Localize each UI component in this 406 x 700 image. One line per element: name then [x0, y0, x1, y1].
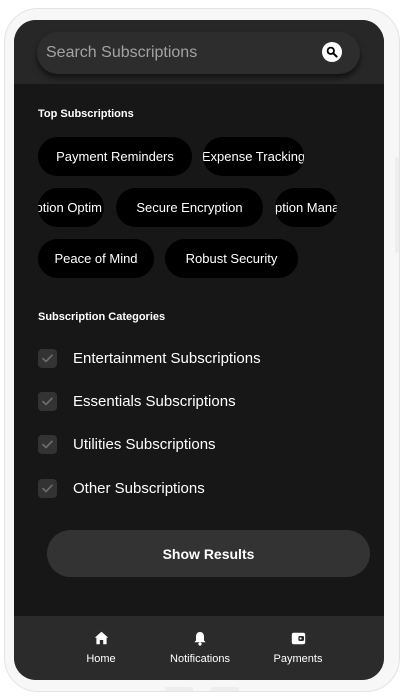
chip-row: Peace of Mind Robust Security — [14, 239, 384, 279]
checkbox[interactable] — [38, 434, 57, 454]
check-icon — [42, 483, 53, 492]
checkbox[interactable] — [38, 391, 57, 411]
search-input[interactable] — [37, 32, 360, 74]
nav-label: Notifications — [170, 653, 230, 665]
device-bottom-nub — [165, 687, 193, 691]
bell-icon — [192, 630, 208, 646]
nav-label: Home — [86, 653, 116, 665]
category-label: Essentials Subscriptions — [73, 392, 236, 410]
category-label: Other Subscriptions — [73, 479, 205, 497]
home-icon — [93, 630, 109, 646]
search-field — [37, 32, 360, 74]
nav-label: Payments — [273, 653, 323, 665]
checkbox[interactable] — [38, 348, 57, 368]
category-label: Utilities Subscriptions — [73, 435, 216, 453]
check-icon — [42, 396, 53, 405]
chip-robust-security[interactable]: Robust Security — [165, 239, 298, 278]
chip-row: Payment Reminders Expense Tracking — [14, 137, 384, 177]
chip-row: ption Optim Secure Encryption ption Mana — [14, 188, 384, 228]
category-label: Entertainment Subscriptions — [73, 349, 261, 367]
check-icon — [42, 439, 53, 448]
app-screen: Top Subscriptions Payment Reminders Expe… — [14, 20, 384, 680]
chip-secure-encryption[interactable]: Secure Encryption — [116, 188, 263, 227]
search-icon[interactable] — [322, 42, 342, 62]
bottom-nav: Home Notifications Payments — [14, 616, 384, 680]
show-results-button[interactable]: Show Results — [47, 530, 370, 577]
nav-item-payments[interactable]: Payments — [253, 630, 343, 670]
subscription-categories-title: Subscription Categories — [38, 311, 166, 323]
checkbox[interactable] — [38, 478, 57, 498]
chip-peace-of-mind[interactable]: Peace of Mind — [38, 239, 154, 278]
check-icon — [42, 353, 53, 362]
device-side-button — [395, 157, 399, 253]
category-item-entertainment[interactable]: Entertainment Subscriptions — [38, 345, 368, 371]
chip-subscription-management[interactable]: ption Mana — [275, 188, 337, 227]
wallet-icon — [290, 630, 306, 646]
device-bottom-nub — [211, 687, 239, 691]
nav-item-notifications[interactable]: Notifications — [155, 630, 245, 670]
category-item-other[interactable]: Other Subscriptions — [38, 475, 368, 501]
nav-item-home[interactable]: Home — [56, 630, 146, 670]
search-header — [14, 20, 384, 84]
chip-payment-reminders[interactable]: Payment Reminders — [38, 137, 192, 176]
chip-subscription-optimization[interactable]: ption Optim — [38, 188, 104, 227]
category-item-essentials[interactable]: Essentials Subscriptions — [38, 388, 368, 414]
category-item-utilities[interactable]: Utilities Subscriptions — [38, 431, 368, 457]
chip-expense-tracking[interactable]: Expense Tracking — [203, 137, 304, 176]
top-subscriptions-title: Top Subscriptions — [38, 108, 134, 120]
